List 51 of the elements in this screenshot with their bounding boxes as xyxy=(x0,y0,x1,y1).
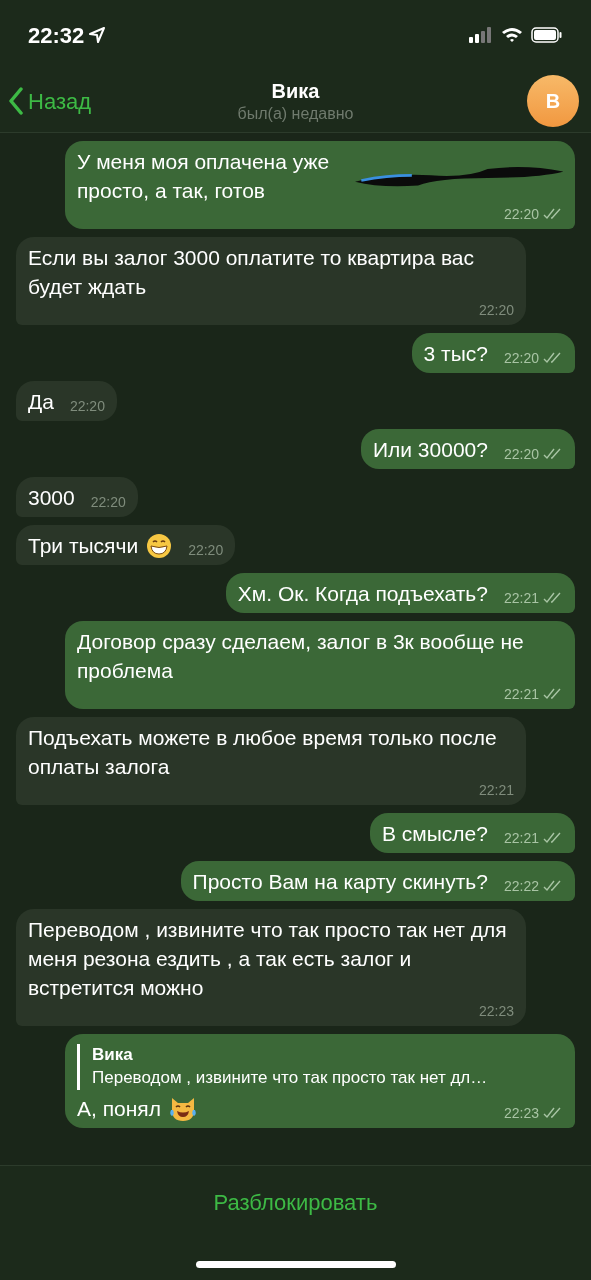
clock-time: 22:32 xyxy=(28,21,85,50)
battery-icon xyxy=(531,27,563,43)
message-text: Просто Вам на карту скинуть? xyxy=(192,869,488,895)
grinning-face-icon xyxy=(146,532,173,559)
back-button[interactable]: Назад xyxy=(8,84,148,118)
double-check-icon xyxy=(543,592,563,604)
message-time: 22:20 xyxy=(503,205,539,223)
message-text: Хм. Ок. Когда подъехать? xyxy=(237,581,488,607)
double-check-icon xyxy=(543,448,563,460)
reply-quote[interactable]: Вика Переводом , извините что так просто так нет дл… xyxy=(77,1044,563,1090)
chevron-left-icon xyxy=(8,87,24,115)
unblock-button[interactable]: Разблокировать xyxy=(213,1186,378,1219)
message-text: Три тысячи xyxy=(28,533,139,559)
double-check-icon xyxy=(543,352,563,364)
contact-name: Вика xyxy=(271,79,320,104)
quoted-message: Переводом , извините что так просто так нет дл… xyxy=(92,1067,489,1089)
double-check-icon xyxy=(543,1107,563,1119)
message-text: Если вы залог 3000 оплатите то квартира вас будет ждать xyxy=(28,245,475,300)
location-arrow-icon xyxy=(88,26,107,44)
message-time: 22:20 xyxy=(503,445,539,463)
message-time: 22:20 xyxy=(503,349,539,367)
message-text: Да xyxy=(28,389,54,415)
message-time: 22:21 xyxy=(478,781,514,799)
message-time: 22:20 xyxy=(188,541,224,559)
message-time: 22:21 xyxy=(503,685,539,703)
last-seen-status: был(а) недавно xyxy=(237,104,354,124)
message-text: Подъехать можете в любое время только после оплаты залога xyxy=(28,725,498,780)
cat-face-icon xyxy=(168,1095,197,1122)
message-time: 22:20 xyxy=(90,493,126,511)
wifi-icon xyxy=(501,27,523,43)
message-text: Договор сразу сделаем, залог в 3к вообще не проблема xyxy=(77,629,525,684)
message-time: 22:20 xyxy=(69,397,105,415)
message-time: 22:21 xyxy=(503,589,539,607)
message-time: 22:21 xyxy=(503,829,539,847)
quoted-author: Вика xyxy=(92,1044,134,1066)
message-text: Или 30000? xyxy=(372,437,488,463)
double-check-icon xyxy=(543,688,563,700)
message-text: А, понял xyxy=(77,1096,161,1122)
double-check-icon xyxy=(543,208,563,220)
message-text: 3 тыс? xyxy=(423,341,488,367)
message-text: У меня моя оплачена уже просто, а так, готов xyxy=(77,149,331,204)
message-text: В смысле? xyxy=(381,821,488,847)
signal-icon xyxy=(469,27,493,43)
message-text: Переводом , извините что так просто так нет для меня резона ездить , а так есть залог и встретится можно xyxy=(28,917,508,1001)
double-check-icon xyxy=(543,880,563,892)
message-time: 22:20 xyxy=(478,301,514,319)
message-time: 22:23 xyxy=(503,1104,539,1122)
message-time: 22:23 xyxy=(478,1002,514,1020)
message-time: 22:22 xyxy=(503,877,539,895)
double-check-icon xyxy=(543,832,563,844)
message-text: 3000 xyxy=(28,485,75,511)
